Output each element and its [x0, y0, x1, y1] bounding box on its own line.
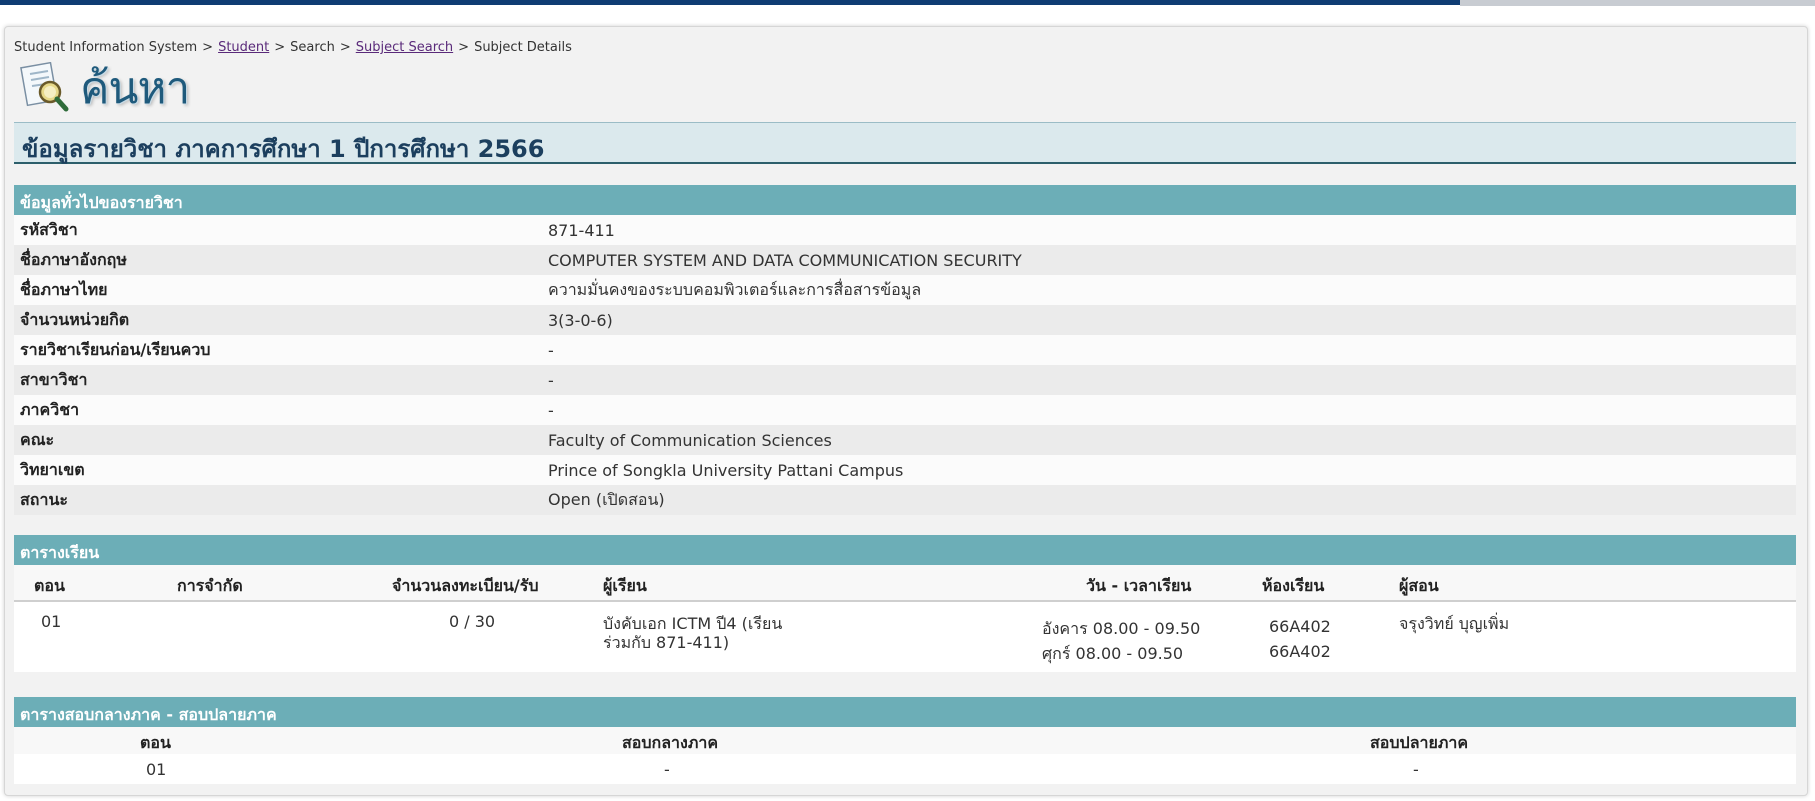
col-learners: ผู้เรียน	[603, 576, 647, 595]
exam-header-row: ตอน สอบกลางภาค สอบปลายภาค	[14, 727, 1796, 754]
exam-col-final: สอบปลายภาค	[1370, 733, 1469, 752]
info-row: ชื่อภาษาอังกฤษ COMPUTER SYSTEM AND DATA C…	[14, 245, 1796, 275]
exam-col-midterm: สอบกลางภาค	[622, 733, 719, 752]
info-label: สถานะ	[14, 485, 542, 515]
info-value: Open (เปิดสอน)	[542, 485, 1796, 515]
general-info-table: รหัสวิชา 871-411 ชื่อภาษาอังกฤษ COMPUTER S…	[14, 215, 1796, 515]
info-value: 871-411	[542, 215, 1796, 245]
breadcrumb-item-sis: Student Information System	[14, 40, 198, 55]
page-title: ค้นหา	[80, 63, 190, 114]
info-label: วิทยาเขต	[14, 455, 542, 485]
info-row: ชื่อภาษาไทย ความมั่นคงของระบบคอมพิวเตอร์แ…	[14, 275, 1796, 305]
info-value: Faculty of Communication Sciences	[542, 425, 1796, 455]
info-label: คณะ	[14, 425, 542, 455]
learners-value-line2: ร่วมกับ 871-411)	[603, 633, 730, 652]
breadcrumb-separator: >	[202, 40, 214, 55]
info-value: ความมั่นคงของระบบคอมพิวเตอร์และการสื่อสา…	[542, 275, 1796, 305]
info-label: จำนวนหน่วยกิต	[14, 305, 542, 335]
info-row: รายวิชาเรียนก่อน/เรียนควบ -	[14, 335, 1796, 365]
top-nav-bar-right	[1460, 0, 1815, 6]
time-value-2: ศุกร์ 08.00 - 09.50	[1042, 644, 1184, 663]
info-label: รายวิชาเรียนก่อน/เรียนควบ	[14, 335, 542, 365]
col-room: ห้องเรียน	[1262, 576, 1325, 595]
search-document-icon	[20, 62, 69, 112]
subject-header-text: ข้อมูลรายวิชา ภาคการศึกษา 1 ปีการศึกษา 2…	[22, 135, 545, 163]
time-value-1: อังคาร 08.00 - 09.50	[1042, 619, 1201, 638]
breadcrumb: Student Information System > Student > Searc…	[14, 40, 572, 55]
schedule-header-row: ตอน การจำกัด จำนวนลงทะเบียน/รับ ผู้เรียน…	[14, 565, 1796, 602]
breadcrumb-item-search: Search	[290, 40, 335, 55]
room-value-2: 66A402	[1269, 642, 1331, 661]
room-value-1: 66A402	[1269, 617, 1331, 636]
exam-section-bar: ตารางสอบกลางภาค - สอบปลายภาค	[14, 697, 1796, 727]
breadcrumb-separator: >	[339, 40, 351, 55]
instructor-value: จรุงวิทย์ บุญเพิ่ม	[1399, 614, 1510, 633]
info-label: ชื่อภาษาอังกฤษ	[14, 245, 542, 275]
col-enrollment: จำนวนลงทะเบียน/รับ	[392, 576, 539, 595]
info-row: คณะ Faculty of Communication Sciences	[14, 425, 1796, 455]
schedule-section-bar: ตารางเรียน	[14, 535, 1796, 565]
general-info-section-bar: ข้อมูลทั่วไปของรายวิชา	[14, 185, 1796, 215]
info-row: วิทยาเขต Prince of Songkla University Pat…	[14, 455, 1796, 485]
info-row: ภาควิชา -	[14, 395, 1796, 425]
info-value: Prince of Songkla University Pattani Cam…	[542, 455, 1796, 485]
info-row: สาขาวิชา -	[14, 365, 1796, 395]
enrollment-value: 0 / 30	[449, 612, 496, 631]
breadcrumb-item-subject-details: Subject Details	[474, 40, 572, 55]
breadcrumb-link-student[interactable]: Student	[218, 40, 269, 55]
info-value: COMPUTER SYSTEM AND DATA COMMUNICATION S…	[542, 245, 1796, 275]
schedule-row: 01 0 / 30 บังคับเอก ICTM ปี4 (เรียน ร่วม…	[14, 602, 1796, 672]
col-time: วัน - เวลาเรียน	[1086, 576, 1192, 595]
breadcrumb-link-subject-search[interactable]: Subject Search	[356, 40, 453, 55]
exam-row: 01 - -	[14, 754, 1796, 784]
breadcrumb-separator: >	[458, 40, 470, 55]
col-restriction: การจำกัด	[177, 576, 243, 595]
exam-section-value: 01	[146, 760, 167, 779]
info-value: -	[542, 365, 1796, 395]
info-row: สถานะ Open (เปิดสอน)	[14, 485, 1796, 515]
info-label: สาขาวิชา	[14, 365, 542, 395]
info-row: รหัสวิชา 871-411	[14, 215, 1796, 245]
info-row: จำนวนหน่วยกิต 3(3-0-6)	[14, 305, 1796, 335]
subject-header: ข้อมูลรายวิชา ภาคการศึกษา 1 ปีการศึกษา 2…	[14, 122, 1796, 164]
final-value: -	[1413, 760, 1419, 779]
section-value: 01	[41, 612, 62, 631]
col-section: ตอน	[34, 576, 65, 595]
info-label: รหัสวิชา	[14, 215, 542, 245]
midterm-value: -	[664, 760, 670, 779]
info-value: -	[542, 335, 1796, 365]
info-value: -	[542, 395, 1796, 425]
breadcrumb-separator: >	[274, 40, 286, 55]
col-instructor: ผู้สอน	[1399, 576, 1439, 595]
info-value: 3(3-0-6)	[542, 305, 1796, 335]
exam-col-section: ตอน	[140, 733, 171, 752]
info-label: ภาควิชา	[14, 395, 542, 425]
info-label: ชื่อภาษาไทย	[14, 275, 542, 305]
